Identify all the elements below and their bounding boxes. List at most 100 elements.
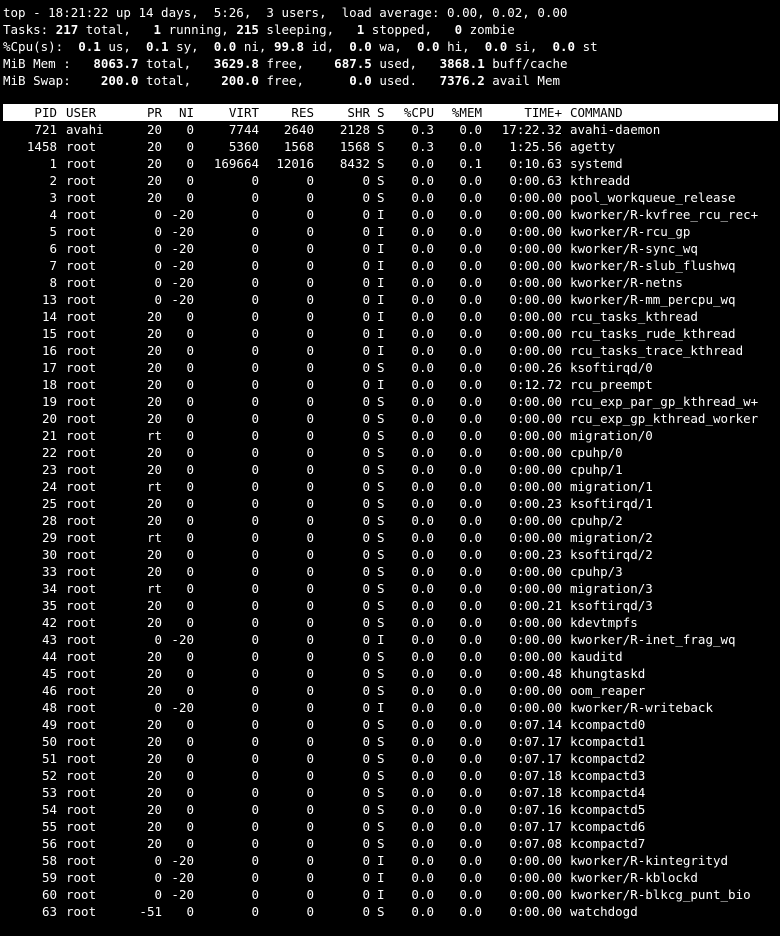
process-cmd: kcompactd2 xyxy=(570,751,646,766)
process-cmd: migration/2 xyxy=(570,530,653,545)
process-row[interactable]: 35 root 20 0 0 0 0 S 0.0 0.0 0:00.21 ksoftirqd/3 xyxy=(0,597,780,614)
process-row[interactable]: 17 root 20 0 0 0 0 S 0.0 0.0 0:00.26 ksoftirqd/0 xyxy=(0,359,780,376)
process-time: 0:07.17 xyxy=(509,751,562,766)
process-row[interactable]: 42 root 20 0 0 0 0 S 0.0 0.0 0:00.00 kdevtmpfs xyxy=(0,614,780,631)
process-row[interactable]: 1458 root 20 0 5360 1568 1568 S 0.3 0.0 1:25.56 age… xyxy=(0,138,780,155)
process-mem: 0.0 xyxy=(459,836,482,851)
process-row[interactable]: 46 root 20 0 0 0 0 S 0.0 0.0 0:00.00 oom_reaper xyxy=(0,682,780,699)
summary-value: 1 xyxy=(153,22,162,37)
process-cmd: cpuhp/0 xyxy=(570,445,623,460)
process-row[interactable]: 23 root 20 0 0 0 0 S 0.0 0.0 0:00.00 cpuhp/1 xyxy=(0,461,780,478)
summary-value: 0.0 xyxy=(409,39,440,54)
process-time: 0:00.00 xyxy=(509,904,562,919)
summary-label: st xyxy=(575,39,598,54)
process-row[interactable]: 51 root 20 0 0 0 0 S 0.0 0.0 0:07.17 kcompactd2 xyxy=(0,750,780,767)
process-cmd: watchdogd xyxy=(570,904,638,919)
process-cmd: kworker/R-kblockd xyxy=(570,870,698,885)
process-time: 0:00.00 xyxy=(509,258,562,273)
process-row[interactable]: 60 root 0 -20 0 0 0 I 0.0 0.0 0:00.00 kworker/R-blk… xyxy=(0,886,780,903)
process-row[interactable]: 21 root rt 0 0 0 0 S 0.0 0.0 0:00.00 migration/0 xyxy=(0,427,780,444)
process-row[interactable]: 63 root -51 0 0 0 0 S 0.0 0.0 0:00.00 watchdogd xyxy=(0,903,780,920)
process-row[interactable]: 56 root 20 0 0 0 0 S 0.0 0.0 0:07.08 kcompactd7 xyxy=(0,835,780,852)
process-time: 0:00.00 xyxy=(509,462,562,477)
process-row[interactable]: 1 root 20 0 169664 12016 8432 S 0.0 0.1 0:10.63 sys… xyxy=(0,155,780,172)
process-row[interactable]: 25 root 20 0 0 0 0 S 0.0 0.0 0:00.23 ksoftirqd/1 xyxy=(0,495,780,512)
terminal-window[interactable]: top - 18:21:22 up 14 days, 5:26, 3 users… xyxy=(0,0,780,936)
process-row[interactable]: 45 root 20 0 0 0 0 S 0.0 0.0 0:00.48 khungtaskd xyxy=(0,665,780,682)
process-row[interactable]: 14 root 20 0 0 0 0 I 0.0 0.0 0:00.00 rcu_tasks_kthr… xyxy=(0,308,780,325)
process-mem: 0.0 xyxy=(459,360,482,375)
process-pid: 30 xyxy=(41,547,57,562)
column-header-pid[interactable]: PID xyxy=(0,104,57,121)
process-row[interactable]: 3 root 20 0 0 0 0 S 0.0 0.0 0:00.00 pool_workqueue_… xyxy=(0,189,780,206)
process-cmd: kdevtmpfs xyxy=(570,615,638,630)
process-pid: 5 xyxy=(49,224,57,239)
process-row[interactable]: 5 root 0 -20 0 0 0 I 0.0 0.0 0:00.00 kworker/R-rcu_… xyxy=(0,223,780,240)
process-cmd: kauditd xyxy=(570,649,623,664)
process-mem: 0.0 xyxy=(459,241,482,256)
process-time: 0:00.00 xyxy=(509,870,562,885)
process-time: 0:00.00 xyxy=(509,649,562,664)
process-pid: 1 xyxy=(49,156,57,171)
process-mem: 0.0 xyxy=(459,411,482,426)
process-row[interactable]: 50 root 20 0 0 0 0 S 0.0 0.0 0:07.17 kcompactd1 xyxy=(0,733,780,750)
process-row[interactable]: 43 root 0 -20 0 0 0 I 0.0 0.0 0:00.00 kworker/R-ine… xyxy=(0,631,780,648)
process-row[interactable]: 2 root 20 0 0 0 0 S 0.0 0.0 0:00.63 kthreadd xyxy=(0,172,780,189)
process-row[interactable]: 30 root 20 0 0 0 0 S 0.0 0.0 0:00.23 ksoftirqd/2 xyxy=(0,546,780,563)
process-row[interactable]: 59 root 0 -20 0 0 0 I 0.0 0.0 0:00.00 kworker/R-kbl… xyxy=(0,869,780,886)
process-cmd: ksoftirqd/3 xyxy=(570,598,653,613)
process-row[interactable]: 16 root 20 0 0 0 0 I 0.0 0.0 0:00.00 rcu_tasks_trac… xyxy=(0,342,780,359)
process-row[interactable]: 15 root 20 0 0 0 0 I 0.0 0.0 0:00.00 rcu_tasks_rude… xyxy=(0,325,780,342)
process-row[interactable]: 8 root 0 -20 0 0 0 I 0.0 0.0 0:00.00 kworker/R-netn… xyxy=(0,274,780,291)
process-row[interactable]: 52 root 20 0 0 0 0 S 0.0 0.0 0:07.18 kcompactd3 xyxy=(0,767,780,784)
summary-label: Tasks: xyxy=(3,22,56,37)
process-row[interactable]: 18 root 20 0 0 0 0 I 0.0 0.0 0:12.72 rcu_preempt xyxy=(0,376,780,393)
process-row[interactable]: 7 root 0 -20 0 0 0 I 0.0 0.0 0:00.00 kworker/R-slub… xyxy=(0,257,780,274)
process-row[interactable]: 33 root 20 0 0 0 0 S 0.0 0.0 0:00.00 cpuhp/3 xyxy=(0,563,780,580)
process-row[interactable]: 4 root 0 -20 0 0 0 I 0.0 0.0 0:00.00 kworker/R-kvfr… xyxy=(0,206,780,223)
process-mem: 0.0 xyxy=(459,700,482,715)
swap-line: MiB Swap: 200.0 total, 200.0 free, 0.0 u… xyxy=(3,72,560,89)
process-time: 0:00.00 xyxy=(509,700,562,715)
process-row[interactable]: 34 root rt 0 0 0 0 S 0.0 0.0 0:00.00 migration/3 xyxy=(0,580,780,597)
process-time: 0:00.00 xyxy=(509,224,562,239)
process-mem: 0.0 xyxy=(459,343,482,358)
process-time: 0:00.00 xyxy=(509,241,562,256)
process-pid: 18 xyxy=(41,377,57,392)
process-row[interactable]: 48 root 0 -20 0 0 0 I 0.0 0.0 0:00.00 kworker/R-wri… xyxy=(0,699,780,716)
process-row[interactable]: 19 root 20 0 0 0 0 S 0.0 0.0 0:00.00 rcu_exp_par_gp… xyxy=(0,393,780,410)
process-pid: 28 xyxy=(41,513,57,528)
process-row[interactable]: 44 root 20 0 0 0 0 S 0.0 0.0 0:00.00 kauditd xyxy=(0,648,780,665)
process-row[interactable]: 24 root rt 0 0 0 0 S 0.0 0.0 0:00.00 migration/1 xyxy=(0,478,780,495)
process-row[interactable]: 20 root 20 0 0 0 0 S 0.0 0.0 0:00.00 rcu_exp_gp_kth… xyxy=(0,410,780,427)
process-mem: 0.0 xyxy=(459,666,482,681)
summary-label: hi, xyxy=(439,39,478,54)
process-row[interactable]: 721 avahi 20 0 7744 2640 2128 S 0.3 0.0 17:22.32 av… xyxy=(0,121,780,138)
process-row[interactable]: 22 root 20 0 0 0 0 S 0.0 0.0 0:00.00 cpuhp/0 xyxy=(0,444,780,461)
process-mem: 0.0 xyxy=(459,275,482,290)
process-row[interactable]: 53 root 20 0 0 0 0 S 0.0 0.0 0:07.18 kcompactd4 xyxy=(0,784,780,801)
process-time: 0:07.16 xyxy=(509,802,562,817)
summary-label: us, xyxy=(100,39,139,54)
process-row[interactable]: 28 root 20 0 0 0 0 S 0.0 0.0 0:00.00 cpuhp/2 xyxy=(0,512,780,529)
summary-label: MiB Swap: xyxy=(3,73,79,88)
process-row[interactable]: 13 root 0 -20 0 0 0 I 0.0 0.0 0:00.00 kworker/R-mm_… xyxy=(0,291,780,308)
process-row[interactable]: 54 root 20 0 0 0 0 S 0.0 0.0 0:07.16 kcompactd5 xyxy=(0,801,780,818)
process-pid: 51 xyxy=(41,751,57,766)
process-row[interactable]: 49 root 20 0 0 0 0 S 0.0 0.0 0:07.14 kcompactd0 xyxy=(0,716,780,733)
process-row[interactable]: 55 root 20 0 0 0 0 S 0.0 0.0 0:07.17 kcompactd6 xyxy=(0,818,780,835)
process-time: 0:12.72 xyxy=(509,377,562,392)
summary-label: buff/cache xyxy=(484,56,568,71)
process-row[interactable]: 6 root 0 -20 0 0 0 I 0.0 0.0 0:00.00 kworker/R-sync… xyxy=(0,240,780,257)
column-header-time[interactable]: TIME+ xyxy=(482,104,562,121)
process-mem: 0.0 xyxy=(459,207,482,222)
process-pid: 49 xyxy=(41,717,57,732)
process-row[interactable]: 58 root 0 -20 0 0 0 I 0.0 0.0 0:00.00 kworker/R-kin… xyxy=(0,852,780,869)
process-cmd: cpuhp/3 xyxy=(570,564,623,579)
summary-value: 0.1 xyxy=(138,39,169,54)
process-row[interactable]: 29 root rt 0 0 0 0 S 0.0 0.0 0:00.00 migration/2 xyxy=(0,529,780,546)
column-header-cmd[interactable]: COMMAND xyxy=(570,104,623,121)
process-time: 0:07.17 xyxy=(509,819,562,834)
tasks-line: Tasks: 217 total, 1 running, 215 sleepin… xyxy=(3,21,515,38)
column-header-mem[interactable]: %MEM xyxy=(402,104,482,121)
